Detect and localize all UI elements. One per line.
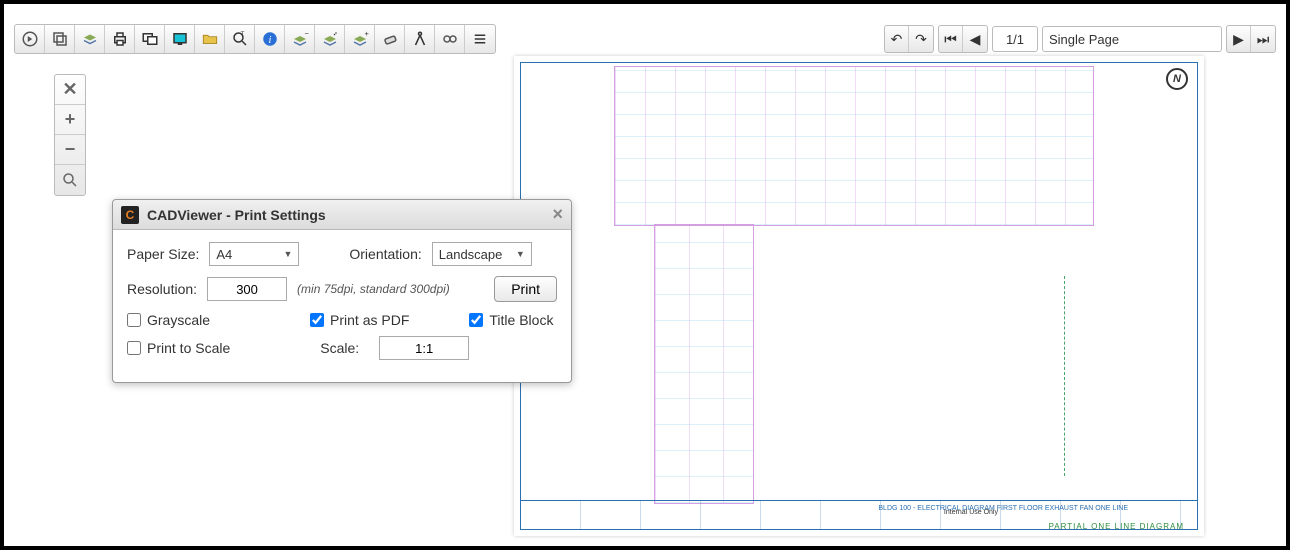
redo-icon[interactable]: ↷ — [909, 26, 933, 52]
close-icon[interactable]: × — [552, 204, 563, 225]
svg-text:T: T — [240, 32, 244, 38]
orientation-select[interactable]: Landscape — [432, 242, 532, 266]
dialog-title: CADViewer - Print Settings — [147, 207, 326, 223]
paper-size-label: Paper Size: — [127, 246, 199, 262]
orientation-label: Orientation: — [349, 246, 421, 262]
print-as-pdf-checkbox[interactable]: Print as PDF — [310, 312, 409, 328]
eraser-icon[interactable] — [375, 25, 405, 53]
main-toolbar: T i − + — [14, 24, 496, 54]
grayscale-label: Grayscale — [147, 312, 210, 328]
prev-page-icon[interactable]: ◀ — [963, 26, 987, 52]
zoom-toolbar: ✕ + − — [54, 74, 86, 196]
page-nav-toolbar: ↶ ↷ ⏮ ◀ 1/1 Single Page ▶ ⏭ — [884, 24, 1276, 54]
resolution-input[interactable] — [207, 277, 287, 301]
undo-icon[interactable]: ↶ — [885, 26, 909, 52]
next-page-icon[interactable]: ▶ — [1227, 26, 1251, 52]
folder-open-icon[interactable] — [195, 25, 225, 53]
svg-text:−: − — [304, 30, 309, 38]
title-block: Internal Use Only BLDG 100 - ELECTRICAL … — [520, 500, 1198, 530]
layers-icon[interactable] — [45, 25, 75, 53]
zoom-window-icon[interactable] — [55, 165, 85, 195]
print-as-pdf-label: Print as PDF — [330, 312, 409, 328]
drawing-canvas[interactable]: PARTIAL ONE LINE DIAGRAM N Internal Use … — [514, 56, 1204, 536]
zoom-extents-icon[interactable]: ✕ — [55, 75, 85, 105]
print-button[interactable]: Print — [494, 276, 557, 302]
menu-icon[interactable] — [465, 25, 495, 53]
compass-tool-icon[interactable] — [405, 25, 435, 53]
zoom-text-icon[interactable]: T — [225, 25, 255, 53]
print-icon[interactable] — [105, 25, 135, 53]
title-block-checkbox[interactable]: Title Block — [469, 312, 553, 328]
title-block-checkbox-input[interactable] — [469, 313, 483, 327]
title-block-main: BLDG 100 - ELECTRICAL DIAGRAM FIRST FLOO… — [878, 505, 1128, 513]
print-to-scale-checkbox-input[interactable] — [127, 341, 141, 355]
link-icon[interactable] — [435, 25, 465, 53]
resolution-hint: (min 75dpi, standard 300dpi) — [297, 282, 450, 296]
print-settings-dialog: C CADViewer - Print Settings × Paper Siz… — [112, 199, 572, 383]
window-icon[interactable] — [135, 25, 165, 53]
print-to-scale-checkbox[interactable]: Print to Scale — [127, 340, 230, 356]
floorplan-wing — [654, 224, 754, 504]
zoom-out-icon[interactable]: − — [55, 135, 85, 165]
scale-input[interactable] — [379, 336, 469, 360]
layout-select[interactable]: Single Page — [1042, 26, 1222, 52]
scale-label: Scale: — [320, 340, 359, 356]
print-as-pdf-checkbox-input[interactable] — [310, 313, 324, 327]
navigate-icon[interactable] — [15, 25, 45, 53]
last-page-icon[interactable]: ⏭ — [1251, 26, 1275, 52]
one-line-legend — [1064, 276, 1174, 476]
grayscale-checkbox[interactable]: Grayscale — [127, 312, 210, 328]
stack-dots-icon[interactable] — [315, 25, 345, 53]
layers2-icon[interactable] — [75, 25, 105, 53]
svg-text:i: i — [268, 35, 271, 46]
floorplan-main — [614, 66, 1094, 226]
zoom-in-icon[interactable]: + — [55, 105, 85, 135]
info-icon[interactable]: i — [255, 25, 285, 53]
svg-text:+: + — [364, 30, 369, 38]
north-compass-icon: N — [1166, 68, 1188, 90]
print-to-scale-label: Print to Scale — [147, 340, 230, 356]
title-block-label: Title Block — [489, 312, 553, 328]
stack-plus-icon[interactable]: + — [345, 25, 375, 53]
stack-minus-icon[interactable]: − — [285, 25, 315, 53]
first-page-icon[interactable]: ⏮ — [939, 26, 963, 52]
screen-icon[interactable] — [165, 25, 195, 53]
paper-size-select[interactable]: A4 — [209, 242, 299, 266]
grayscale-checkbox-input[interactable] — [127, 313, 141, 327]
resolution-label: Resolution: — [127, 281, 197, 297]
dialog-titlebar[interactable]: C CADViewer - Print Settings × — [113, 200, 571, 230]
app-logo-icon: C — [121, 206, 139, 224]
page-indicator: 1/1 — [992, 26, 1038, 52]
